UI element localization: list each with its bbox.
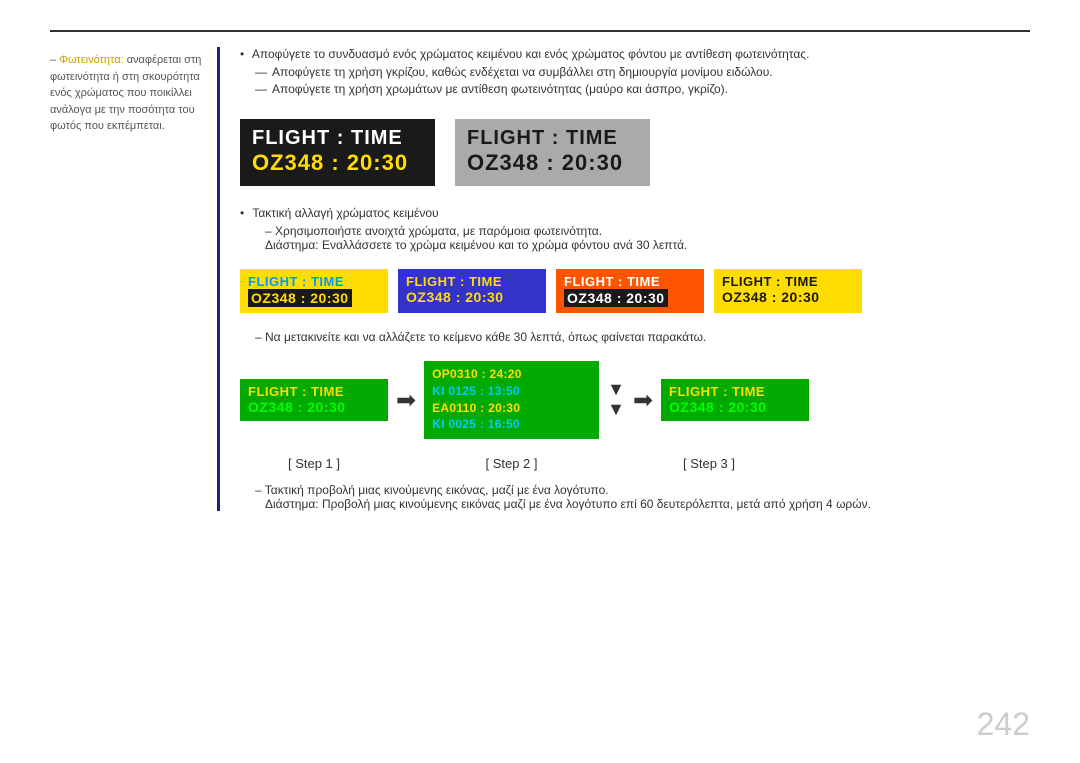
step3-title: FLIGHT : TIME <box>669 384 801 399</box>
sidebar-highlight: Φωτεινότητα: <box>59 54 123 66</box>
down-arrow-2: ▼ <box>607 400 625 420</box>
sfb-yellow2: FLIGHT : TIME OZ348 : 20:30 <box>714 269 862 313</box>
step3-label: [ Step 3 ] <box>635 456 783 471</box>
down-arrows: ▼ ▼ <box>607 380 625 420</box>
flight-number-gray-box: OZ348 : 20:30 <box>467 150 638 176</box>
step-labels: [ Step 1 ] [ Step 2 ] [ Step 3 ] <box>240 456 1030 471</box>
sfb-yellow-title: FLIGHT : TIME <box>248 274 380 289</box>
section4: – Τακτική προβολή μιας κινούμενης εικόνα… <box>240 483 1030 511</box>
step1-label: [ Step 1 ] <box>240 456 388 471</box>
down-arrow-1: ▼ <box>607 380 625 400</box>
section4-dash: – Τακτική προβολή μιας κινούμενης εικόνα… <box>255 483 1030 497</box>
sidebar-bullet: – <box>50 54 59 66</box>
sfb-yellow-number: OZ348 : 20:30 <box>248 289 352 307</box>
sfb-blue: FLIGHT : TIME OZ348 : 20:30 <box>398 269 546 313</box>
sfb-orange-title: FLIGHT : TIME <box>564 274 696 289</box>
section2: • Τακτική αλλαγή χρώματος κειμένου Χρησι… <box>240 206 1030 252</box>
sfb-yellow2-number: OZ348 : 20:30 <box>722 289 854 305</box>
page-number: 242 <box>977 706 1030 743</box>
step1-title: FLIGHT : TIME <box>248 384 380 399</box>
step3-container: FLIGHT : TIME OZ348 : 20:30 <box>661 379 809 421</box>
sfb-yellow: FLIGHT : TIME OZ348 : 20:30 <box>240 269 388 313</box>
step3-number: OZ348 : 20:30 <box>669 399 801 415</box>
arrow1: ➡ <box>396 386 416 415</box>
flight-number-dark-box: OZ348 : 20:30 <box>252 150 423 176</box>
step3-box: FLIGHT : TIME OZ348 : 20:30 <box>661 379 809 421</box>
content-area: – Φωτεινότητα: αναφέρεται στη φωτεινότητ… <box>50 47 1030 511</box>
step1-container: FLIGHT : TIME OZ348 : 20:30 <box>240 379 388 421</box>
section2-sub2: Διάστημα: Εναλλάσσετε το χρώμα κειμένου … <box>265 238 1030 252</box>
scroll-line-3: EA0110 : 20:30 <box>432 400 591 417</box>
scroll-line-2: KI 0125 : 13:50 <box>432 383 591 400</box>
bullet-section: • Αποφύγετε το συνδυασμό ενός χρώματος κ… <box>240 47 1030 99</box>
flight-title-gray-box: FLIGHT : TIME <box>467 127 638 150</box>
step2-label: [ Step 2 ] <box>424 456 599 471</box>
sfb-yellow2-title: FLIGHT : TIME <box>722 274 854 289</box>
bullet-1: • Αποφύγετε το συνδυασμό ενός χρώματος κ… <box>240 47 1030 61</box>
section3-dash: – Να μετακινείτε και να αλλάζετε το κείμ… <box>255 330 1030 344</box>
section4-sub: Διάστημα: Προβολή μιας κινούμενης εικόνα… <box>265 497 1030 511</box>
small-flight-boxes: FLIGHT : TIME OZ348 : 20:30 FLIGHT : TIM… <box>240 269 1030 313</box>
step1-number: OZ348 : 20:30 <box>248 399 380 415</box>
top-divider <box>50 30 1030 32</box>
step1-box: FLIGHT : TIME OZ348 : 20:30 <box>240 379 388 421</box>
arrow2: ➡ <box>633 386 653 415</box>
step2-box: OP0310 : 24:20 KI 0125 : 13:50 EA0110 : … <box>424 361 599 439</box>
step2-container: OP0310 : 24:20 KI 0125 : 13:50 EA0110 : … <box>424 361 599 439</box>
main-content: • Αποφύγετε το συνδυασμό ενός χρώματος κ… <box>240 47 1030 511</box>
sfb-blue-title: FLIGHT : TIME <box>406 274 538 289</box>
dash-1: Αποφύγετε τη χρήση γκρίζου, καθώς ενδέχε… <box>255 65 1030 79</box>
dash-2: Αποφύγετε τη χρήση χρωμάτων με αντίθεση … <box>255 82 1030 96</box>
left-sidebar: – Φωτεινότητα: αναφέρεται στη φωτεινότητ… <box>50 47 220 511</box>
flight-displays-row: FLIGHT : TIME OZ348 : 20:30 FLIGHT : TIM… <box>240 119 1030 186</box>
sfb-blue-number: OZ348 : 20:30 <box>406 289 538 305</box>
steps-section: FLIGHT : TIME OZ348 : 20:30 ➡ OP0310 : 2… <box>240 361 1030 439</box>
sfb-orange-number: OZ348 : 20:30 <box>564 289 668 307</box>
section2-sub1: Χρησιμοποιήστε ανοιχτά χρώματα, με παρόμ… <box>265 224 1030 238</box>
sfb-orange: FLIGHT : TIME OZ348 : 20:30 <box>556 269 704 313</box>
flight-box-gray: FLIGHT : TIME OZ348 : 20:30 <box>455 119 650 186</box>
flight-title-dark-box: FLIGHT : TIME <box>252 127 423 150</box>
page-container: – Φωτεινότητα: αναφέρεται στη φωτεινότητ… <box>0 0 1080 763</box>
scroll-line-4: KI 0025 : 16:50 <box>432 416 591 433</box>
scroll-line-1: OP0310 : 24:20 <box>432 366 591 383</box>
section2-bullet: • Τακτική αλλαγή χρώματος κειμένου <box>240 206 1030 220</box>
flight-box-dark: FLIGHT : TIME OZ348 : 20:30 <box>240 119 435 186</box>
